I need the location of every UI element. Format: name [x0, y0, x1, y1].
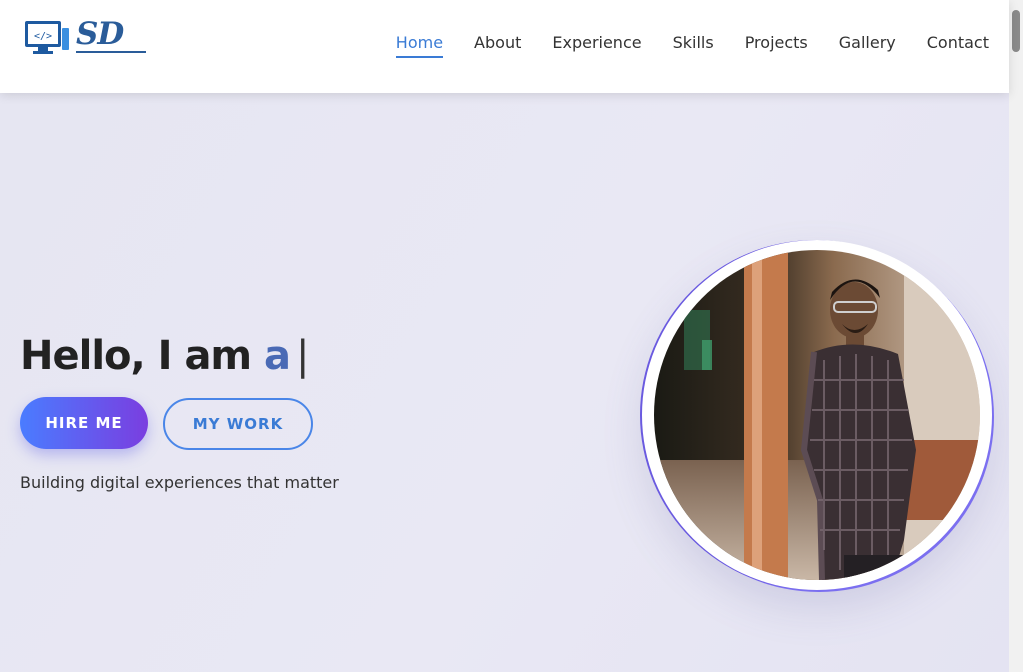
logo[interactable]: </> SD [24, 16, 146, 56]
hero-title-accent: a [264, 333, 291, 379]
code-monitor-icon: </> [25, 21, 69, 54]
profile-photo-frame [642, 240, 992, 590]
logo-text: SD [76, 16, 124, 52]
my-work-button[interactable]: MY WORK [163, 398, 313, 450]
logo-underline [76, 51, 146, 53]
hire-me-button[interactable]: HIRE ME [20, 397, 148, 449]
scrollbar-thumb[interactable] [1012, 10, 1020, 52]
navbar: </> SD Home About Experience Skills Proj… [0, 0, 1009, 93]
nav-item-about[interactable]: About [474, 33, 521, 59]
typing-cursor: | [296, 333, 310, 379]
nav-item-home[interactable]: Home [395, 33, 444, 59]
hero-tagline: Building digital experiences that matter [20, 473, 339, 492]
profile-photo [654, 250, 980, 580]
hero-section: Hello, I am a | HIRE ME MY WORK Building … [0, 93, 1009, 672]
profile-photo-illustration [654, 250, 980, 580]
nav-item-skills[interactable]: Skills [673, 33, 714, 59]
nav-links: Home About Experience Skills Projects Ga… [365, 33, 989, 59]
nav-item-projects[interactable]: Projects [745, 33, 808, 59]
nav-item-gallery[interactable]: Gallery [839, 33, 896, 59]
hero-title: Hello, I am a | [20, 333, 310, 379]
svg-text:</>: </> [34, 31, 52, 42]
vertical-scrollbar[interactable] [1009, 0, 1023, 672]
nav-item-contact[interactable]: Contact [927, 33, 989, 59]
hero-title-prefix: Hello, I am [20, 333, 252, 379]
nav-item-experience[interactable]: Experience [552, 33, 641, 59]
